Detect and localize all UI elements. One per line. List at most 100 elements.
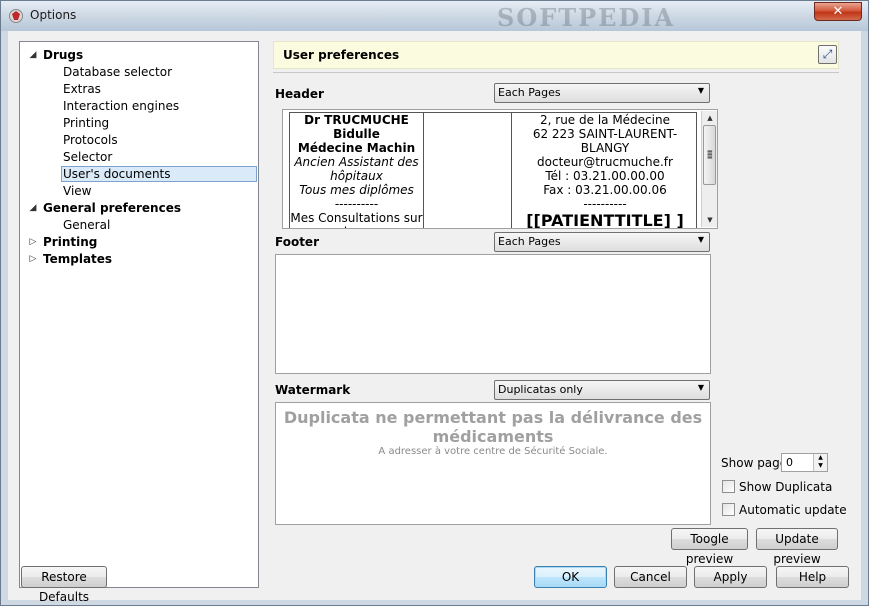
scroll-down-icon[interactable]: ▼ (702, 213, 717, 227)
ok-button[interactable]: OK (534, 566, 607, 588)
tree-item-label: Extras (63, 82, 101, 96)
header-right-column: 2, rue de la Médecine 62 223 SAINT-LAUREN… (512, 113, 696, 229)
divider (273, 72, 839, 73)
header-preview-scrollbar[interactable]: ▲ ▬ ▬ ▬ ▼ (701, 111, 717, 227)
scroll-up-icon[interactable]: ▲ (702, 111, 717, 125)
chevron-down-icon: ▼ (697, 383, 704, 392)
tree-item-label: Drugs (43, 48, 84, 62)
footer-preview[interactable] (275, 254, 711, 374)
header-middle-column (423, 113, 512, 228)
expanded-arrow-icon[interactable]: ◢ (28, 47, 38, 63)
page-title-bar: User preferences ⤢ (273, 41, 839, 69)
title-bar[interactable]: Options SOFTPEDIA ✕ (1, 1, 868, 32)
tree-item[interactable]: Printing (63, 115, 109, 131)
header-left-column: Dr TRUCMUCHE Bidulle Médecine Machin Ancie… (290, 113, 424, 228)
page-title: User preferences (283, 48, 400, 62)
footer-mode-select[interactable]: Each Pages ▼ (494, 232, 710, 252)
tree-item-label: Templates (43, 252, 113, 266)
tree-item-label: Selector (63, 150, 113, 164)
header-line: [[PATIENTTITLE] ] (526, 211, 684, 229)
tree-item-label: Protocols (63, 133, 118, 147)
footer-label: Footer (275, 235, 319, 249)
chevron-down-icon: ▼ (697, 86, 704, 95)
tree-item[interactable]: Selector (63, 149, 112, 165)
header-line: Tél : 03.21.00.00.00 (545, 169, 665, 183)
tree-item-label: Printing (43, 235, 98, 249)
show-duplicata-checkbox[interactable] (722, 480, 735, 493)
header-line: Ancien Assistant des (294, 155, 419, 169)
show-page-label: Show page (721, 456, 788, 470)
expand-icon: ⤢ (822, 47, 833, 61)
watermark-text: Duplicata ne permettant pas la délivranc… (283, 408, 703, 446)
watermark-preview[interactable]: Duplicata ne permettant pas la délivranc… (275, 402, 711, 525)
tree-category[interactable]: Templates (43, 251, 112, 267)
tree-item-label: Printing (63, 116, 110, 130)
tree-category[interactable]: Drugs (43, 47, 83, 63)
options-window: Options SOFTPEDIA ✕ Drugs ◢ Database selec… (0, 0, 869, 606)
options-tree[interactable]: Drugs ◢ Database selector Extras Interaction… (19, 41, 259, 588)
header-line: hôpitaux (330, 169, 383, 183)
header-line: Mes Consultations sur (290, 211, 423, 225)
toggle-preview-button[interactable]: Toogle preview (671, 528, 748, 566)
watermark-mode-select[interactable]: Duplicatas only ▼ (494, 380, 710, 400)
tree-item-label: General preferences (43, 201, 181, 215)
header-line: Fax : 03.21.00.00.06 (543, 183, 667, 197)
close-icon: ✕ (832, 4, 844, 19)
help-button[interactable]: Help (776, 566, 849, 588)
header-preview[interactable]: Dr TRUCMUCHE Bidulle Médecine Machin Ancie… (282, 109, 718, 229)
header-line: 62 223 SAINT-LAURENT-BLANGY (532, 127, 678, 155)
header-label: Header (275, 87, 324, 101)
tree-item-label: User's documents (63, 167, 171, 181)
tree-item[interactable]: View (63, 183, 91, 199)
dialog-body: Drugs ◢ Database selector Extras Interaction… (8, 31, 861, 604)
show-page-spinbox[interactable]: 0 ▲ ▼ (781, 453, 828, 472)
brand-watermark: SOFTPEDIA (497, 3, 676, 32)
show-duplicata-label: Show Duplicata (739, 480, 833, 494)
scroll-thumb[interactable]: ▬ ▬ ▬ (703, 125, 716, 185)
tree-category[interactable]: General preferences (43, 200, 181, 216)
window-title: Options (30, 8, 77, 22)
tree-item-label: Database selector (63, 65, 173, 79)
tree-item-label: General (63, 218, 111, 232)
header-mode-select[interactable]: Each Pages ▼ (494, 83, 710, 103)
automatic-update-label: Automatic update (739, 503, 847, 517)
header-line: ---------- (583, 197, 627, 211)
expanded-arrow-icon[interactable]: ◢ (28, 200, 38, 216)
tree-item-label: View (63, 184, 92, 198)
spin-arrows-icon[interactable]: ▲ ▼ (813, 454, 827, 471)
restore-defaults-button[interactable]: Restore Defaults (21, 566, 107, 604)
close-button[interactable]: ✕ (814, 2, 862, 21)
tree-item[interactable]: Interaction engines (63, 98, 179, 114)
header-line: rendez-vous (290, 225, 423, 228)
header-line: Médecine Machin (297, 141, 416, 155)
header-line: 2, rue de la Médecine (540, 113, 670, 127)
tree-item[interactable]: Extras (63, 81, 101, 97)
collapsed-arrow-icon[interactable]: ▷ (28, 234, 38, 250)
tree-item-label: Interaction engines (63, 99, 180, 113)
footer-mode-value: Each Pages (498, 235, 561, 248)
tree-item[interactable]: General (63, 217, 110, 233)
tree-category[interactable]: Printing (43, 234, 97, 250)
tree-item[interactable]: User's documents (61, 166, 257, 182)
grip-icon: ▬ ▬ ▬ (707, 148, 713, 161)
chevron-down-icon: ▼ (697, 235, 704, 244)
header-line: Dr TRUCMUCHE Bidulle (304, 113, 409, 141)
collapsed-arrow-icon[interactable]: ▷ (28, 251, 38, 267)
header-line: docteur@trucmuche.fr (537, 155, 673, 169)
header-mode-value: Each Pages (498, 86, 561, 99)
app-logo-icon (9, 9, 23, 23)
show-page-value: 0 (786, 456, 793, 469)
apply-button[interactable]: Apply (694, 566, 767, 588)
watermark-mode-value: Duplicatas only (498, 383, 583, 396)
header-line: Tous mes diplômes (299, 183, 414, 197)
cancel-button[interactable]: Cancel (614, 566, 687, 588)
tree-item[interactable]: Protocols (63, 132, 118, 148)
tree-item[interactable]: Database selector (63, 64, 172, 80)
fullscreen-button[interactable]: ⤢ (818, 45, 837, 64)
watermark-label: Watermark (275, 383, 351, 397)
watermark-subtext: A adresser à votre centre de Sécurité So… (378, 446, 608, 457)
header-preview-page: Dr TRUCMUCHE Bidulle Médecine Machin Ancie… (289, 112, 697, 229)
automatic-update-checkbox[interactable] (722, 503, 735, 516)
update-preview-button[interactable]: Update preview (756, 528, 838, 566)
header-line: ---------- (334, 197, 379, 211)
